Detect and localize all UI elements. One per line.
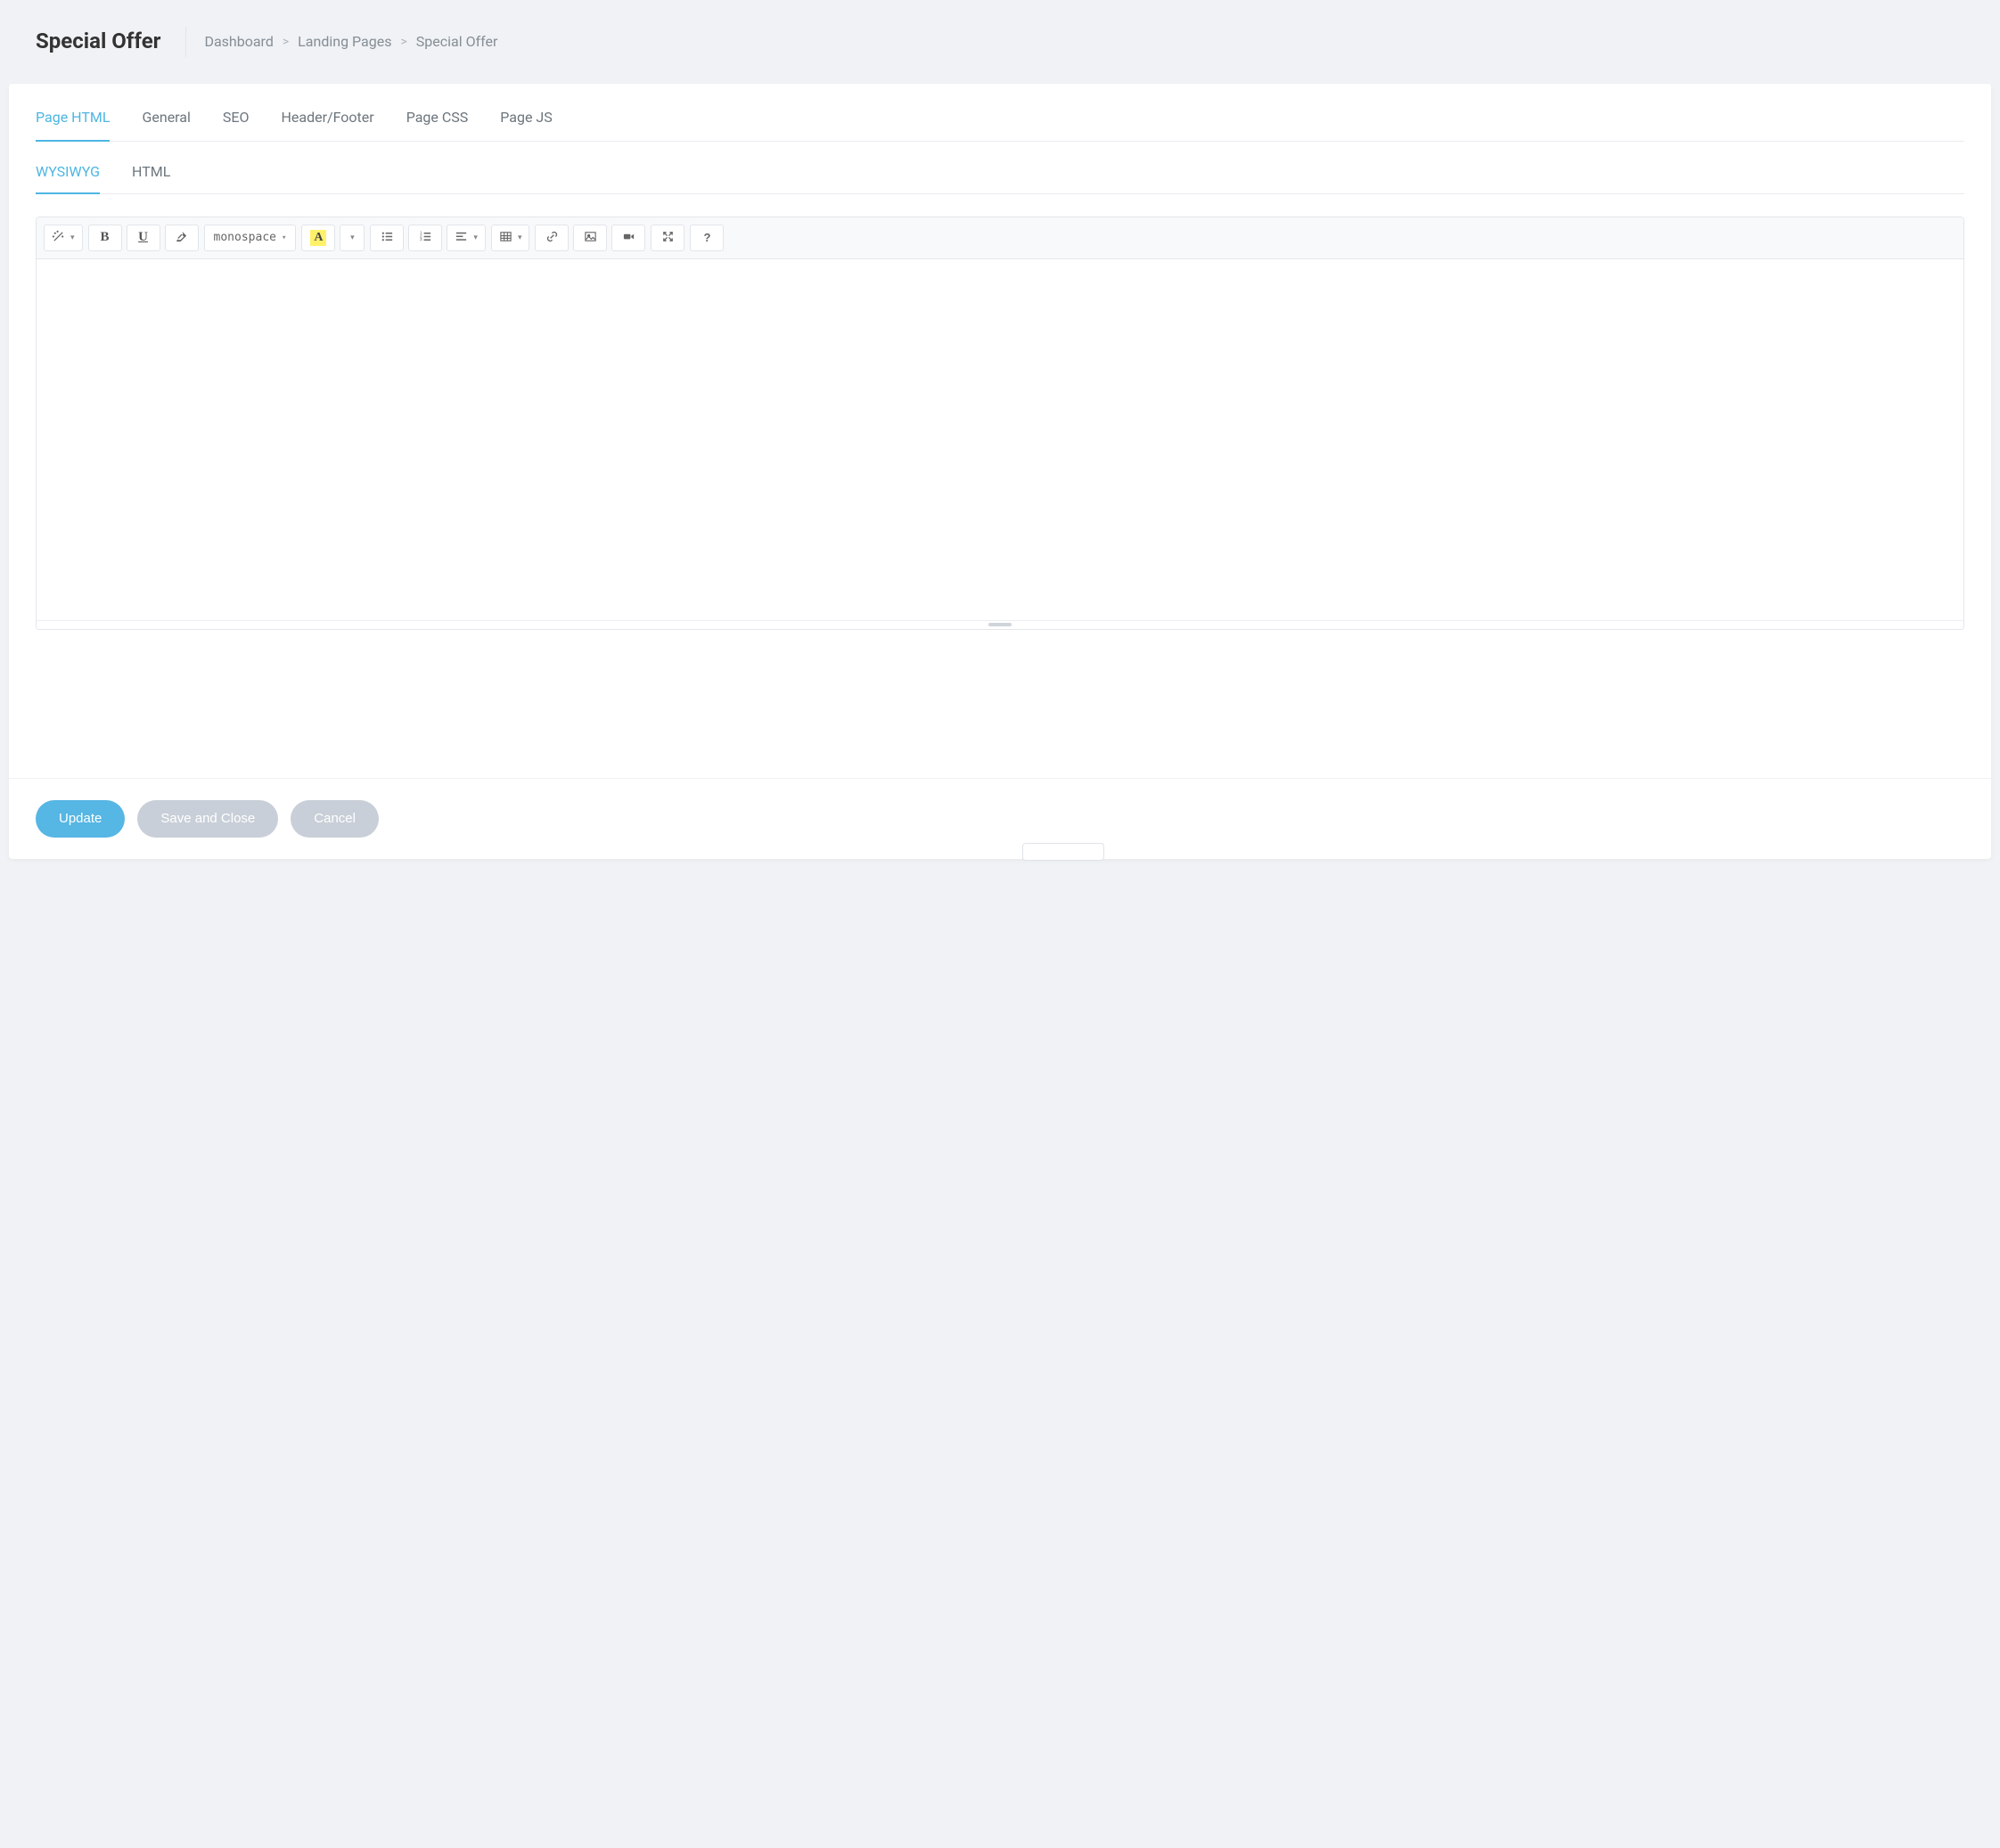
chevron-right-icon: > xyxy=(283,35,289,49)
tab-general[interactable]: General xyxy=(142,109,190,142)
update-button[interactable]: Update xyxy=(36,800,125,838)
subtab-wysiwyg[interactable]: WYSIWYG xyxy=(36,163,100,194)
subtab-html[interactable]: HTML xyxy=(132,163,170,194)
editor-toolbar: ▾ B U monospace xyxy=(37,217,1963,259)
video-icon xyxy=(622,230,635,246)
style-dropdown[interactable]: ▾ xyxy=(44,225,83,251)
link-icon xyxy=(545,230,559,246)
tab-page-css[interactable]: Page CSS xyxy=(406,109,469,142)
page-title: Special Offer xyxy=(36,27,186,57)
caret-down-icon: ▾ xyxy=(350,233,355,242)
caret-down-icon: ▾ xyxy=(473,233,478,242)
editor-resize-handle[interactable] xyxy=(37,620,1963,629)
floating-widget[interactable] xyxy=(1022,843,1104,861)
fullscreen-button[interactable] xyxy=(651,225,684,251)
editor-content-area[interactable] xyxy=(37,259,1963,620)
font-family-label: monospace xyxy=(214,231,276,244)
text-color-icon: A xyxy=(310,230,326,246)
caret-down-icon: ▾ xyxy=(518,233,522,242)
secondary-tabs: WYSIWYG HTML xyxy=(36,142,1964,194)
bold-button[interactable]: B xyxy=(88,225,122,251)
fullscreen-icon xyxy=(661,230,675,246)
breadcrumb: Dashboard > Landing Pages > Special Offe… xyxy=(186,33,497,50)
tab-seo[interactable]: SEO xyxy=(223,109,250,142)
tab-header-footer[interactable]: Header/Footer xyxy=(281,109,373,142)
primary-tabs: Page HTML General SEO Header/Footer Page… xyxy=(36,84,1964,142)
table-dropdown[interactable]: ▾ xyxy=(491,225,530,251)
page-header: Special Offer Dashboard > Landing Pages … xyxy=(9,9,1991,84)
grip-icon xyxy=(988,623,1012,626)
list-ol-icon: 123 xyxy=(419,230,432,246)
breadcrumb-dashboard[interactable]: Dashboard xyxy=(204,33,273,50)
tab-page-html[interactable]: Page HTML xyxy=(36,109,110,142)
help-button[interactable]: ? xyxy=(690,225,724,251)
breadcrumb-landing-pages[interactable]: Landing Pages xyxy=(298,33,391,50)
caret-down-icon: ▾ xyxy=(282,233,286,242)
unordered-list-button[interactable] xyxy=(370,225,404,251)
chevron-right-icon: > xyxy=(400,35,406,49)
image-button[interactable] xyxy=(573,225,607,251)
magic-wand-icon xyxy=(52,230,65,246)
wysiwyg-editor: ▾ B U monospace xyxy=(36,217,1964,630)
action-footer: Update Save and Close Cancel xyxy=(9,778,1991,859)
link-button[interactable] xyxy=(535,225,569,251)
underline-button[interactable]: U xyxy=(127,225,160,251)
svg-text:3: 3 xyxy=(420,237,422,241)
list-ul-icon xyxy=(381,230,394,246)
eraser-icon xyxy=(175,230,188,246)
text-color-button[interactable]: A xyxy=(301,225,335,251)
paragraph-align-dropdown[interactable]: ▾ xyxy=(447,225,486,251)
underline-icon: U xyxy=(138,230,148,245)
align-left-icon xyxy=(455,230,468,246)
font-family-dropdown[interactable]: monospace ▾ xyxy=(204,225,297,251)
help-icon: ? xyxy=(703,231,710,244)
video-button[interactable] xyxy=(611,225,645,251)
clear-format-button[interactable] xyxy=(165,225,199,251)
table-icon xyxy=(499,230,512,246)
bold-icon: B xyxy=(101,230,110,245)
content-card: Page HTML General SEO Header/Footer Page… xyxy=(9,84,1991,859)
tab-page-js[interactable]: Page JS xyxy=(500,109,552,142)
breadcrumb-current: Special Offer xyxy=(416,33,498,50)
ordered-list-button[interactable]: 123 xyxy=(408,225,442,251)
cancel-button[interactable]: Cancel xyxy=(291,800,379,838)
text-color-dropdown[interactable]: ▾ xyxy=(340,225,365,251)
caret-down-icon: ▾ xyxy=(70,233,75,242)
save-and-close-button[interactable]: Save and Close xyxy=(137,800,278,838)
image-icon xyxy=(584,230,597,246)
